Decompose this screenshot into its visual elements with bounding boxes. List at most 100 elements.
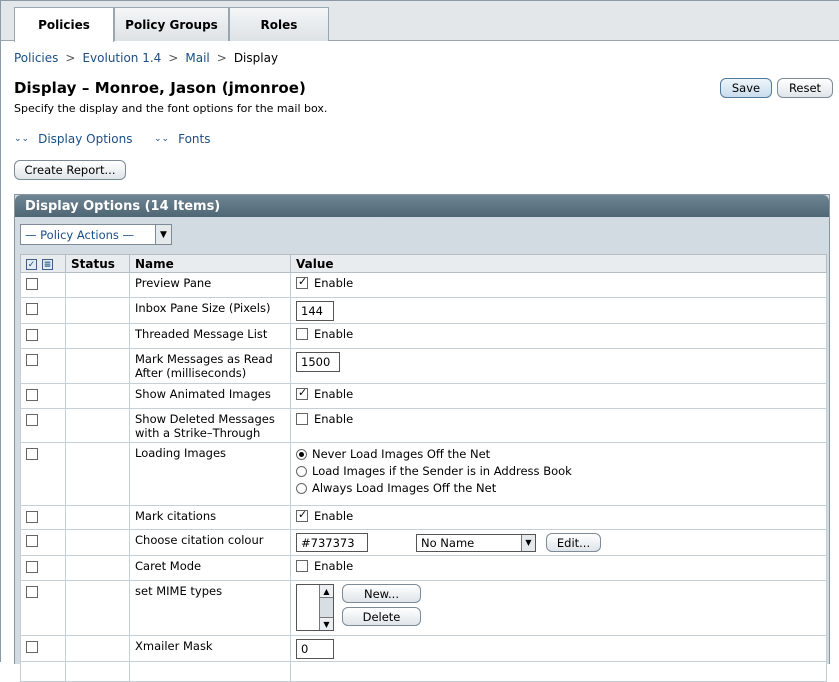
breadcrumb-separator: > <box>168 51 179 65</box>
radio-always-load[interactable]: Always Load Images Off the Net <box>296 481 821 495</box>
policy-name: Choose citation colour <box>129 529 291 556</box>
policy-name: Xmailer Mask <box>129 635 291 662</box>
policy-grid: ✓≡ Status Name Value Preview Pane Enable <box>20 254 827 682</box>
create-report-button[interactable]: Create Report... <box>14 160 126 180</box>
inbox-pane-size-input[interactable]: 144 <box>296 301 334 321</box>
enable-label: Enable <box>314 387 354 401</box>
radio-load-if-sender-known[interactable]: Load Images if the Sender is in Address … <box>296 464 821 478</box>
radio-button[interactable] <box>296 448 307 460</box>
row-select-checkbox[interactable] <box>26 277 38 290</box>
breadcrumb-current: Display <box>233 51 279 65</box>
table-row: Show Animated Images Enable <box>20 383 827 409</box>
row-select-checkbox[interactable] <box>26 447 38 460</box>
status-cell <box>65 529 130 556</box>
policy-page: Policies Policy Groups Roles Policies > Ev… <box>0 0 839 682</box>
column-header-status[interactable]: Status <box>65 254 130 273</box>
enable-checkbox[interactable] <box>296 386 308 400</box>
tab-policy-groups[interactable]: Policy Groups <box>114 7 229 41</box>
table-row: Preview Pane Enable <box>20 272 827 298</box>
tab-policies[interactable]: Policies <box>14 7 114 42</box>
new-mime-type-button[interactable]: New... <box>342 584 421 603</box>
jump-link-display-options[interactable]: ⌄⌄ Display Options <box>14 132 132 146</box>
enable-checkbox[interactable] <box>296 413 308 425</box>
table-row: Choose citation colour #737373 No Name ▼ … <box>20 529 827 556</box>
radio-button[interactable] <box>296 482 307 494</box>
status-cell <box>65 635 130 662</box>
scroll-up-icon[interactable]: ▲ <box>320 585 333 598</box>
save-button[interactable]: Save <box>720 78 772 98</box>
table-row <box>20 661 827 682</box>
scroll-down-icon[interactable]: ▼ <box>320 617 333 630</box>
row-select-checkbox[interactable] <box>26 585 38 598</box>
colour-name-value: No Name <box>421 535 475 550</box>
delete-mime-type-button[interactable]: Delete <box>342 607 421 626</box>
row-select-checkbox[interactable] <box>26 560 38 573</box>
enable-label: Enable <box>314 327 354 341</box>
xmailer-mask-input[interactable]: 0 <box>296 639 334 659</box>
table-row: Caret Mode Enable <box>20 555 827 581</box>
policy-name: Threaded Message List <box>129 323 291 349</box>
jump-link-label: Display Options <box>38 132 133 146</box>
reset-button[interactable]: Reset <box>777 78 833 98</box>
radio-label: Load Images if the Sender is in Address … <box>312 464 572 478</box>
enable-checkbox[interactable] <box>296 560 308 572</box>
double-chevron-down-icon: ⌄⌄ <box>14 134 30 144</box>
column-header-name[interactable]: Name <box>129 254 291 273</box>
colour-name-select[interactable]: No Name ▼ <box>416 533 536 552</box>
enable-checkbox[interactable] <box>296 328 308 340</box>
row-select-checkbox[interactable] <box>26 413 38 426</box>
select-all-icon[interactable]: ✓ <box>26 258 37 270</box>
radio-button[interactable] <box>296 465 307 477</box>
status-cell <box>65 272 130 298</box>
double-chevron-down-icon: ⌄⌄ <box>154 134 170 144</box>
mark-read-delay-input[interactable]: 1500 <box>296 352 340 372</box>
enable-label: Enable <box>314 559 354 573</box>
row-select-checkbox[interactable] <box>26 302 38 315</box>
edit-colour-button[interactable]: Edit... <box>546 533 601 552</box>
breadcrumb-evolution[interactable]: Evolution 1.4 <box>82 51 161 65</box>
status-cell <box>65 348 130 384</box>
dropdown-arrow-icon: ▼ <box>155 225 171 244</box>
breadcrumb-policies[interactable]: Policies <box>14 51 58 65</box>
enable-label: Enable <box>314 509 354 523</box>
row-select-checkbox[interactable] <box>26 510 38 523</box>
jump-link-fonts[interactable]: ⌄⌄ Fonts <box>154 132 210 146</box>
enable-label: Enable <box>314 412 354 426</box>
policy-actions-dropdown[interactable]: — Policy Actions — ▼ <box>20 224 172 245</box>
table-row: set MIME types ▲ ▼ New... Delete <box>20 580 827 636</box>
table-title: Display Options (14 Items) <box>15 195 829 217</box>
table-row: Mark Messages as Read After (millisecond… <box>20 348 827 384</box>
status-cell <box>65 383 130 409</box>
enable-label: Enable <box>314 276 354 290</box>
status-cell <box>65 297 130 324</box>
tab-bar: Policies Policy Groups Roles <box>1 1 839 42</box>
row-select-checkbox[interactable] <box>26 640 38 653</box>
policy-name: Caret Mode <box>129 555 291 581</box>
row-select-checkbox[interactable] <box>26 328 38 341</box>
row-select-checkbox[interactable] <box>26 534 38 547</box>
tab-roles[interactable]: Roles <box>229 7 329 41</box>
citation-colour-input[interactable]: #737373 <box>296 533 368 552</box>
policy-name: set MIME types <box>129 580 291 636</box>
breadcrumb-mail[interactable]: Mail <box>185 51 209 65</box>
page-subtitle: Specify the display and the font options… <box>14 102 328 115</box>
policy-name: Loading Images <box>129 442 291 506</box>
breadcrumb-separator: > <box>216 51 227 65</box>
jump-link-label: Fonts <box>178 132 211 146</box>
row-select-checkbox[interactable] <box>26 388 38 401</box>
enable-checkbox[interactable] <box>296 275 308 289</box>
list-scrollbar[interactable]: ▲ ▼ <box>319 585 333 630</box>
row-select-checkbox[interactable] <box>26 353 38 366</box>
select-all-header: ✓ ≡ <box>20 254 66 273</box>
radio-never-load[interactable]: Never Load Images Off the Net <box>296 447 821 461</box>
radio-label: Never Load Images Off the Net <box>312 447 491 461</box>
deselect-all-icon[interactable]: ≡ <box>42 258 53 270</box>
mime-types-list[interactable]: ▲ ▼ <box>296 584 334 631</box>
policy-name: Preview Pane <box>129 272 291 298</box>
table-row: Inbox Pane Size (Pixels) 144 <box>20 297 827 324</box>
table-row: Mark citations Enable <box>20 505 827 530</box>
breadcrumb: Policies > Evolution 1.4 > Mail > Display <box>14 51 278 65</box>
status-cell <box>65 505 130 530</box>
enable-checkbox[interactable] <box>296 508 308 522</box>
column-header-value[interactable]: Value <box>290 254 827 273</box>
